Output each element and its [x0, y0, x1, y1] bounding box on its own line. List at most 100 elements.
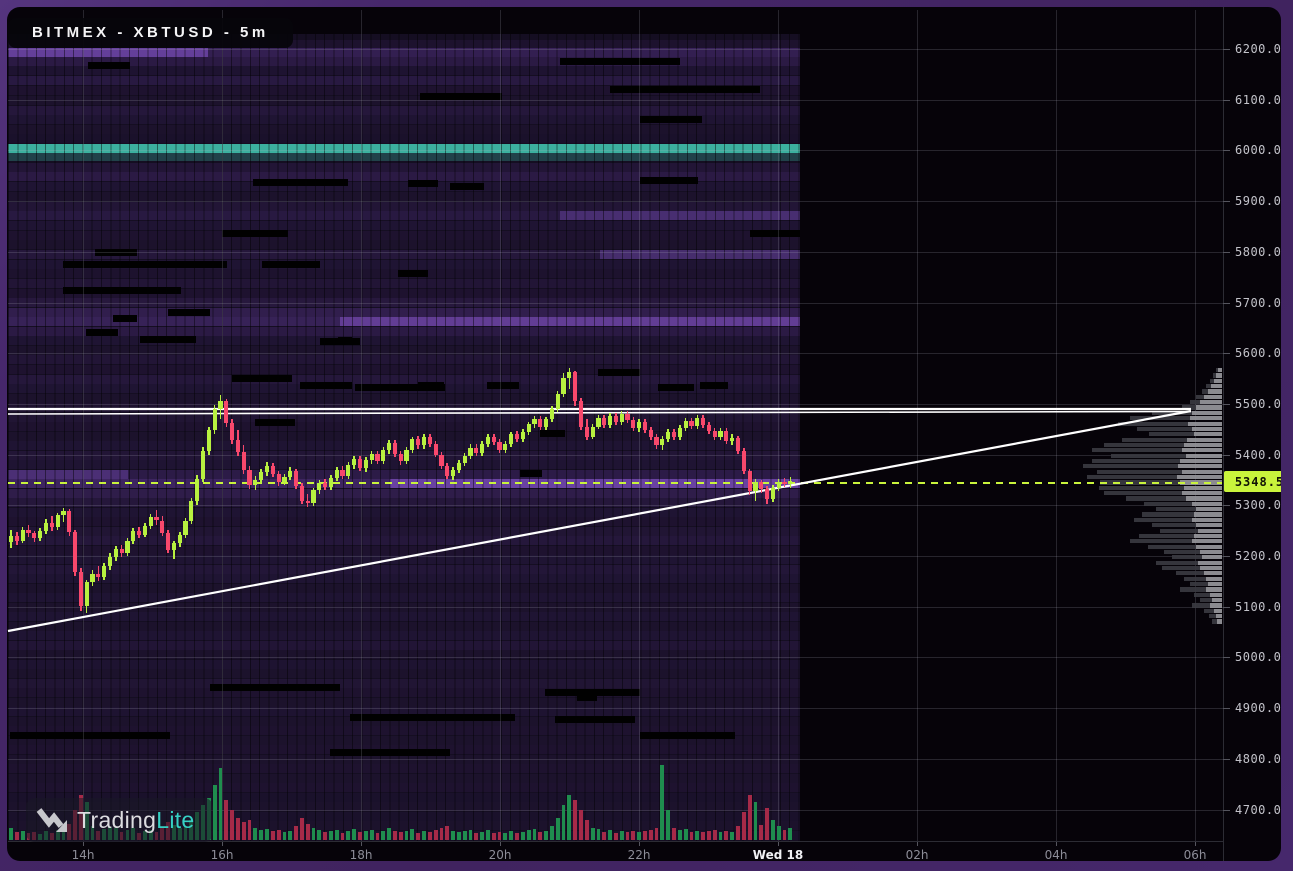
candle	[456, 462, 461, 470]
candle	[416, 439, 421, 446]
time-tick-mark	[917, 842, 918, 846]
time-tick-mark	[500, 842, 501, 846]
candle	[398, 453, 403, 461]
tradinglite-watermark: TradingLite	[26, 798, 213, 842]
candle	[119, 548, 124, 554]
price-tick-label: 4700.0	[1235, 802, 1281, 817]
candle	[584, 426, 589, 437]
candle	[363, 459, 368, 468]
candle	[96, 573, 101, 578]
candle	[543, 419, 549, 428]
candle	[247, 469, 252, 485]
candle	[171, 543, 177, 550]
candle	[282, 476, 287, 483]
price-axis[interactable]: 6200.0 6100.0 6000.0 5900.0 5800.0 5700.0 5600…	[1223, 7, 1281, 861]
candle	[78, 572, 83, 606]
candle	[14, 535, 20, 541]
candle	[404, 449, 409, 461]
price-tick-label: 5900.0	[1235, 194, 1281, 209]
candle	[549, 408, 554, 420]
time-tick-label: 04h	[1044, 848, 1068, 861]
time-axis[interactable]: 14h 16h 18h 20h 22h Wed 18 02h 04h 06h	[7, 841, 1281, 861]
candle	[305, 501, 310, 504]
candle	[26, 529, 31, 534]
candle	[9, 535, 14, 542]
candle	[520, 431, 525, 440]
candle	[200, 450, 206, 479]
candle	[288, 470, 293, 477]
price-tick-label: 5500.0	[1235, 396, 1281, 411]
price-tick-label: 6000.0	[1235, 143, 1281, 158]
candle	[439, 454, 444, 466]
price-tick-mark	[1223, 758, 1230, 760]
candle	[613, 416, 618, 423]
candle-wick	[568, 367, 571, 389]
logo-text-primary: Trading	[77, 806, 157, 833]
candle	[293, 470, 299, 487]
candle	[503, 444, 508, 450]
candle	[788, 480, 793, 484]
candle	[317, 482, 322, 491]
candle	[206, 430, 211, 451]
candle	[32, 533, 37, 539]
tradinglite-arrow-icon	[36, 808, 67, 832]
candle	[107, 557, 113, 567]
candle	[735, 438, 741, 451]
current-price-badge: 5348.5	[1224, 471, 1281, 492]
candle	[474, 447, 479, 453]
price-tick-mark	[1223, 809, 1230, 811]
candle	[764, 489, 770, 500]
candle	[212, 408, 217, 431]
tradinglite-logo-text: TradingLite	[77, 807, 195, 834]
price-tick-label: 4900.0	[1235, 701, 1281, 716]
candle	[299, 486, 304, 502]
time-tick-label: 20h	[488, 848, 512, 861]
candle	[683, 421, 688, 429]
candle	[61, 511, 66, 516]
price-tick-mark	[1223, 505, 1230, 507]
candle	[195, 478, 200, 502]
candle	[55, 515, 60, 527]
time-tick-mark	[1195, 842, 1196, 846]
candle	[427, 437, 432, 445]
candle	[218, 401, 223, 409]
price-tick-mark	[1223, 251, 1230, 253]
chart-canvas[interactable]: 6200.0 6100.0 6000.0 5900.0 5800.0 5700.0 5600…	[7, 7, 1281, 861]
price-tick-mark	[1223, 403, 1230, 405]
candle	[229, 423, 235, 441]
candle	[718, 431, 723, 438]
logo-text-accent: Lite	[156, 806, 195, 833]
candle	[637, 422, 642, 429]
candle	[666, 432, 671, 440]
candle	[642, 422, 648, 431]
price-tick-label: 5700.0	[1235, 295, 1281, 310]
candle	[357, 458, 363, 468]
time-tick-mark	[639, 842, 640, 846]
candle	[386, 443, 392, 450]
time-tick-label: 02h	[905, 848, 929, 861]
candle	[334, 469, 339, 478]
candle	[497, 442, 502, 450]
candle	[648, 430, 653, 438]
candle	[421, 437, 427, 446]
candle	[84, 582, 89, 606]
candle	[241, 452, 246, 470]
time-tick-label: 16h	[210, 848, 234, 861]
app-frame: 6200.0 6100.0 6000.0 5900.0 5800.0 5700.0 5600…	[0, 0, 1293, 871]
candle	[526, 424, 531, 432]
candle	[590, 426, 595, 437]
candle	[538, 419, 543, 428]
time-tick-label: 22h	[627, 848, 651, 861]
candle	[90, 573, 95, 583]
candle	[695, 418, 700, 427]
candle	[596, 418, 601, 427]
price-tick-mark	[1223, 150, 1230, 152]
price-tick-label: 5400.0	[1235, 447, 1281, 462]
candle	[131, 530, 136, 541]
time-tick-mark	[361, 842, 362, 846]
candle	[270, 465, 275, 474]
candle	[160, 520, 165, 533]
candle	[491, 437, 496, 443]
candle	[509, 434, 514, 445]
price-tick-mark	[1223, 201, 1230, 203]
